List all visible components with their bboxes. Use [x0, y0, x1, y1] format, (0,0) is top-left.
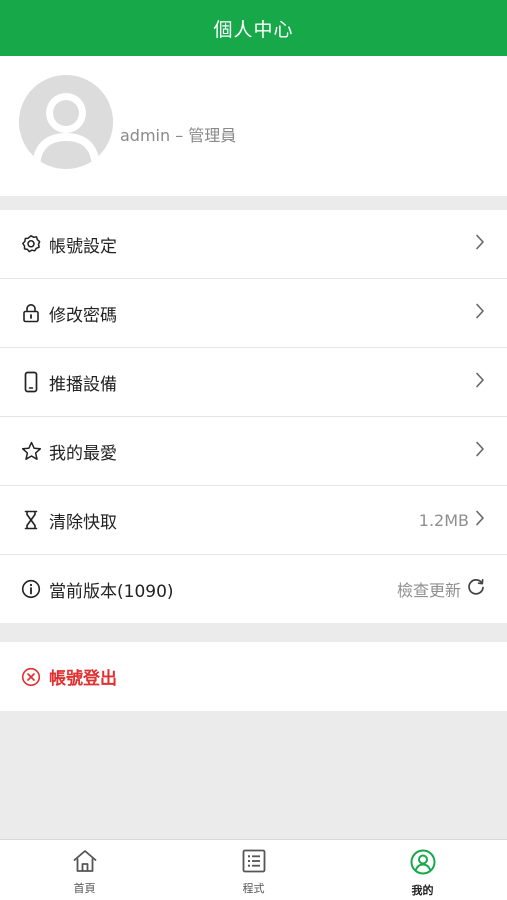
- cache-size: 1.2MB: [418, 510, 469, 530]
- menu-item-action: [475, 303, 485, 323]
- menu-item-label: 當前版本(1090): [49, 581, 174, 602]
- tab-me[interactable]: 我的: [338, 840, 507, 900]
- logout-button[interactable]: 帳號登出: [0, 642, 507, 711]
- chevron-right-icon: [475, 441, 485, 461]
- hourglass-icon: [20, 509, 42, 531]
- profile-name: admin – 管理員: [120, 126, 237, 145]
- menu-item-label: 我的最愛: [49, 443, 117, 464]
- menu-item-label: 帳號設定: [49, 236, 117, 257]
- menu-item-action: [475, 234, 485, 254]
- header-bar: 個人中心: [0, 0, 507, 56]
- tab-programs[interactable]: 程式: [169, 840, 338, 900]
- menu-item-action: [475, 372, 485, 392]
- tab-home[interactable]: 首頁: [0, 840, 169, 900]
- phone-icon: [20, 371, 42, 393]
- menu-item-action: 1.2MB: [419, 510, 485, 530]
- star-icon: [20, 440, 42, 462]
- settings-menu: 帳號設定 修改密碼 推播設備 我的最愛 清除快取 1.2MB 當前版本(1090…: [0, 210, 507, 623]
- info-icon: [20, 578, 42, 600]
- chevron-right-icon: [475, 303, 485, 323]
- chevron-right-icon: [475, 510, 485, 530]
- check-update-label: 檢查更新: [396, 581, 461, 600]
- menu-item-label: 推播設備: [49, 374, 117, 395]
- menu-item-action: [475, 441, 485, 461]
- tab-label: 程式: [242, 882, 265, 895]
- user-circle-icon: [410, 849, 436, 879]
- menu-item-current-version[interactable]: 當前版本(1090) 檢查更新: [0, 555, 507, 623]
- gear-icon: [20, 233, 42, 255]
- tab-label: 我的: [411, 884, 434, 897]
- logout-label: 帳號登出: [49, 669, 117, 689]
- bottom-tab-bar: 首頁 程式 我的: [0, 839, 507, 900]
- menu-item-push-devices[interactable]: 推播設備: [0, 348, 507, 417]
- list-icon: [242, 849, 266, 877]
- menu-item-label: 清除快取: [49, 512, 117, 533]
- menu-item-label: 修改密碼: [49, 305, 117, 326]
- profile-card: admin – 管理員: [0, 56, 507, 196]
- lock-icon: [20, 302, 42, 324]
- refresh-icon: [467, 578, 485, 600]
- menu-item-change-password[interactable]: 修改密碼: [0, 279, 507, 348]
- menu-item-clear-cache[interactable]: 清除快取 1.2MB: [0, 486, 507, 555]
- close-circle-icon: [20, 666, 42, 688]
- chevron-right-icon: [475, 372, 485, 392]
- menu-item-favorites[interactable]: 我的最愛: [0, 417, 507, 486]
- check-update-button[interactable]: 檢查更新: [397, 577, 485, 601]
- page-title: 個人中心: [213, 18, 294, 41]
- user-placeholder-icon: [19, 75, 113, 169]
- tab-label: 首頁: [73, 882, 96, 895]
- chevron-right-icon: [475, 234, 485, 254]
- avatar[interactable]: [19, 75, 113, 169]
- home-icon: [72, 849, 98, 877]
- menu-item-account-settings[interactable]: 帳號設定: [0, 210, 507, 279]
